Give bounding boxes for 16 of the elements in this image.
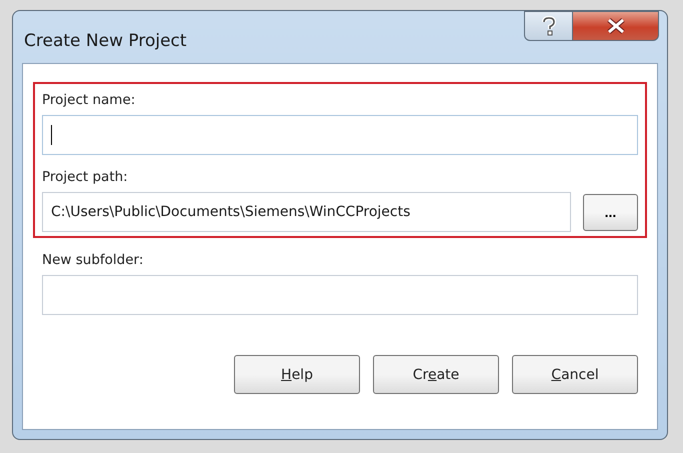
text-cursor xyxy=(51,125,52,145)
window-title: Create New Project xyxy=(24,31,187,51)
field-label: Project path: xyxy=(42,169,129,185)
help-button[interactable] xyxy=(524,11,573,41)
input-field[interactable]: C:\Users\Public\Documents\Siemens\WinCCProjects xyxy=(42,192,571,232)
create-button[interactable]: Create xyxy=(373,355,499,394)
cancel-button[interactable]: Cancel xyxy=(512,355,638,394)
field-label: Project name: xyxy=(42,92,136,108)
close-button[interactable] xyxy=(573,11,659,41)
help-button[interactable]: Help xyxy=(234,355,360,394)
input-field[interactable] xyxy=(42,275,638,315)
help-icon xyxy=(540,16,556,36)
close-icon xyxy=(606,18,626,34)
input-field[interactable] xyxy=(42,115,638,155)
field-label: New subfolder: xyxy=(42,252,144,268)
browse-button[interactable]: ... xyxy=(583,194,638,230)
